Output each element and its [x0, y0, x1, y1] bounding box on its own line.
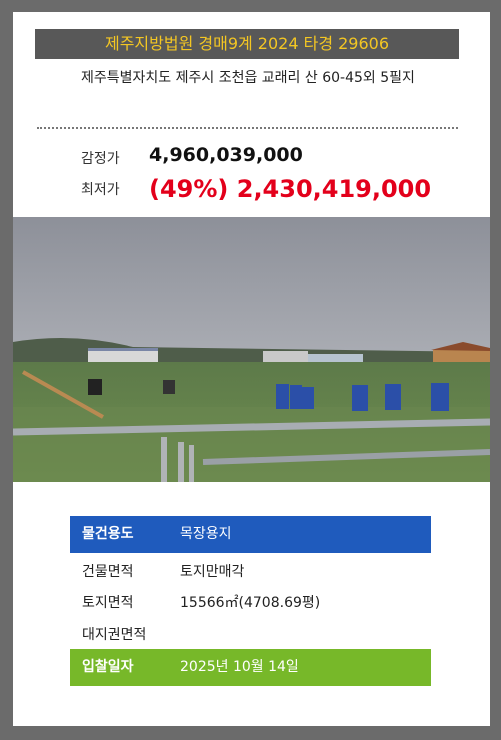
case-title: 제주지방법원 경매9계 2024 타경 29606 [35, 29, 459, 59]
minimum-value: (49%) 2,430,419,000 [149, 175, 432, 203]
use-value: 목장용지 [180, 526, 232, 542]
dotted-divider [37, 127, 458, 129]
minimum-label: 최저가 [81, 182, 120, 198]
bid-label: 입찰일자 [82, 659, 134, 675]
row-use: 물건용도 목장용지 [70, 516, 431, 553]
row-bid-date: 입찰일자 2025년 10월 14일 [70, 649, 431, 686]
appraised-label: 감정가 [81, 151, 120, 167]
bid-value: 2025년 10월 14일 [180, 659, 299, 675]
property-address: 제주특별자치도 제주시 조천읍 교래리 산 60-45외 5필지 [81, 70, 415, 86]
appraised-value: 4,960,039,000 [149, 144, 303, 166]
use-label: 물건용도 [82, 526, 134, 542]
property-photo [13, 217, 490, 482]
listing-card: 제주지방법원 경매9계 2024 타경 29606 제주특별자치도 제주시 조천… [13, 12, 490, 726]
